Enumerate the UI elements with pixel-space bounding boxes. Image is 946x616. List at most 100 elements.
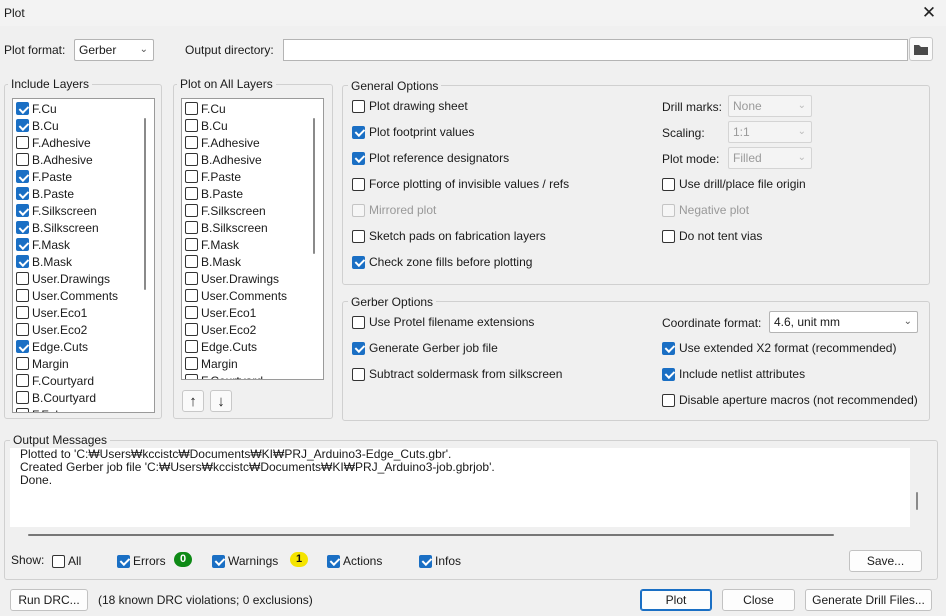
layer-item-user-comments[interactable]: User.Comments — [185, 287, 287, 304]
layer-item-f-adhesive[interactable]: F.Adhesive — [16, 134, 91, 151]
checkbox-box[interactable] — [16, 187, 29, 200]
run-drc-button[interactable]: Run DRC... — [10, 589, 88, 611]
filter-infos-checkbox[interactable]: Infos — [419, 554, 461, 568]
layer-item-b-cu[interactable]: B.Cu — [16, 117, 59, 134]
layer-item-f-courtyard[interactable]: F.Courtyard — [16, 372, 94, 389]
layer-item-margin[interactable]: Margin — [16, 355, 69, 372]
layer-item-f-adhesive[interactable]: F.Adhesive — [185, 134, 260, 151]
option-plot-reference-designators-checkbox[interactable]: Plot reference designators — [352, 151, 509, 165]
checkbox-box[interactable] — [185, 374, 198, 379]
layer-item-b-silkscreen[interactable]: B.Silkscreen — [185, 219, 268, 236]
checkbox-box[interactable] — [185, 272, 198, 285]
checkbox-box[interactable] — [16, 408, 29, 412]
layer-item-b-mask[interactable]: B.Mask — [185, 253, 241, 270]
layer-item-f-courtyard[interactable]: F.Courtyard — [185, 372, 263, 379]
include-layers-scrollbar[interactable] — [144, 118, 146, 290]
checkbox-box[interactable] — [16, 357, 29, 370]
layer-item-edge-cuts[interactable]: Edge.Cuts — [185, 338, 257, 355]
layer-item-b-mask[interactable]: B.Mask — [16, 253, 72, 270]
option-force-plotting-of-invisible-values-refs-checkbox[interactable]: Force plotting of invisible values / ref… — [352, 177, 569, 191]
option-check-zone-fills-before-plotting-checkbox[interactable]: Check zone fills before plotting — [352, 255, 532, 269]
close-icon[interactable]: ✕ — [918, 2, 940, 24]
layer-item-user-eco1[interactable]: User.Eco1 — [185, 304, 256, 321]
option-plot-drawing-sheet-checkbox[interactable]: Plot drawing sheet — [352, 99, 468, 113]
checkbox-box[interactable] — [16, 323, 29, 336]
layer-item-f-silkscreen[interactable]: F.Silkscreen — [16, 202, 97, 219]
browse-folder-button[interactable] — [909, 37, 933, 61]
checkbox-box[interactable] — [16, 119, 29, 132]
filter-actions-checkbox[interactable]: Actions — [327, 554, 382, 568]
scaling-select[interactable]: 1:1 ⌄ — [728, 121, 812, 143]
checkbox-box[interactable] — [185, 153, 198, 166]
plot-all-layers-scrollbar[interactable] — [313, 118, 315, 254]
coordinate-format-select[interactable]: 4.6, unit mm ⌄ — [769, 311, 918, 333]
option-plot-footprint-values-checkbox[interactable]: Plot footprint values — [352, 125, 474, 139]
option-generate-gerber-job-file-checkbox[interactable]: Generate Gerber job file — [352, 341, 498, 355]
layer-item-user-eco1[interactable]: User.Eco1 — [16, 304, 87, 321]
checkbox-box[interactable] — [16, 102, 29, 115]
layer-item-b-adhesive[interactable]: B.Adhesive — [185, 151, 262, 168]
checkbox-box[interactable] — [185, 306, 198, 319]
layer-item-b-silkscreen[interactable]: B.Silkscreen — [16, 219, 99, 236]
checkbox-box[interactable] — [185, 238, 198, 251]
checkbox-box[interactable] — [185, 357, 198, 370]
checkbox-box[interactable] — [16, 204, 29, 217]
option-disable-aperture-macros-not-recommended-checkbox[interactable]: Disable aperture macros (not recommended… — [662, 393, 918, 407]
checkbox-box[interactable] — [185, 289, 198, 302]
option-do-not-tent-vias-checkbox[interactable]: Do not tent vias — [662, 229, 762, 243]
layer-item-b-adhesive[interactable]: B.Adhesive — [16, 151, 93, 168]
checkbox-box[interactable] — [185, 136, 198, 149]
move-down-button[interactable]: ↓ — [210, 390, 232, 412]
generate-drill-files-button[interactable]: Generate Drill Files... — [805, 589, 932, 611]
layer-item-b-courtyard[interactable]: B.Courtyard — [16, 389, 96, 406]
layer-item-margin[interactable]: Margin — [185, 355, 238, 372]
option-use-protel-filename-extensions-checkbox[interactable]: Use Protel filename extensions — [352, 315, 534, 329]
output-directory-input[interactable] — [283, 39, 908, 61]
layer-item-edge-cuts[interactable]: Edge.Cuts — [16, 338, 88, 355]
layer-item-b-cu[interactable]: B.Cu — [185, 117, 228, 134]
layer-item-user-comments[interactable]: User.Comments — [16, 287, 118, 304]
layer-item-f-paste[interactable]: F.Paste — [185, 168, 241, 185]
checkbox-box[interactable] — [16, 306, 29, 319]
layer-item-f-cu[interactable]: F.Cu — [185, 100, 226, 117]
drill-marks-select[interactable]: None ⌄ — [728, 95, 812, 117]
include-layers-list[interactable]: F.Cu B.Cu F.Adhesive B.Adhesive F.Paste B.Pas… — [12, 98, 155, 413]
checkbox-box[interactable] — [16, 153, 29, 166]
filter-errors-checkbox[interactable]: Errors — [117, 554, 166, 568]
checkbox-box[interactable] — [185, 255, 198, 268]
checkbox-box[interactable] — [16, 221, 29, 234]
checkbox-box[interactable] — [16, 391, 29, 404]
checkbox-box[interactable] — [185, 323, 198, 336]
checkbox-box[interactable] — [185, 187, 198, 200]
checkbox-box[interactable] — [185, 204, 198, 217]
layer-item-user-drawings[interactable]: User.Drawings — [16, 270, 110, 287]
checkbox-box[interactable] — [185, 102, 198, 115]
checkbox-box[interactable] — [16, 136, 29, 149]
checkbox-box[interactable] — [185, 170, 198, 183]
checkbox-box[interactable] — [16, 272, 29, 285]
checkbox-box[interactable] — [16, 238, 29, 251]
checkbox-box[interactable] — [185, 340, 198, 353]
checkbox-box[interactable] — [185, 221, 198, 234]
filter-warnings-checkbox[interactable]: Warnings — [212, 554, 278, 568]
checkbox-box[interactable] — [16, 170, 29, 183]
layer-item-user-drawings[interactable]: User.Drawings — [185, 270, 279, 287]
filter-all-checkbox[interactable]: All — [52, 554, 81, 568]
option-use-extended-x2-format-recommended-checkbox[interactable]: Use extended X2 format (recommended) — [662, 341, 896, 355]
messages-vertical-scrollbar[interactable] — [916, 492, 918, 510]
checkbox-box[interactable] — [16, 289, 29, 302]
option-sketch-pads-on-fabrication-layers-checkbox[interactable]: Sketch pads on fabrication layers — [352, 229, 546, 243]
checkbox-box[interactable] — [16, 340, 29, 353]
plot-mode-select[interactable]: Filled ⌄ — [728, 147, 812, 169]
option-subtract-soldermask-from-silkscreen-checkbox[interactable]: Subtract soldermask from silkscreen — [352, 367, 562, 381]
layer-item-user-eco2[interactable]: User.Eco2 — [16, 321, 87, 338]
layer-item-f-silkscreen[interactable]: F.Silkscreen — [185, 202, 266, 219]
layer-item-f-mask[interactable]: F.Mask — [185, 236, 239, 253]
checkbox-box[interactable] — [16, 255, 29, 268]
layer-item-f-paste[interactable]: F.Paste — [16, 168, 72, 185]
plot-all-layers-list[interactable]: F.Cu B.Cu F.Adhesive B.Adhesive F.Paste B.Pas… — [181, 98, 324, 380]
plot-format-select[interactable]: Gerber ⌄ — [74, 39, 154, 61]
option-include-netlist-attributes-checkbox[interactable]: Include netlist attributes — [662, 367, 805, 381]
option-use-drill-place-file-origin-checkbox[interactable]: Use drill/place file origin — [662, 177, 806, 191]
plot-button[interactable]: Plot — [640, 589, 712, 611]
